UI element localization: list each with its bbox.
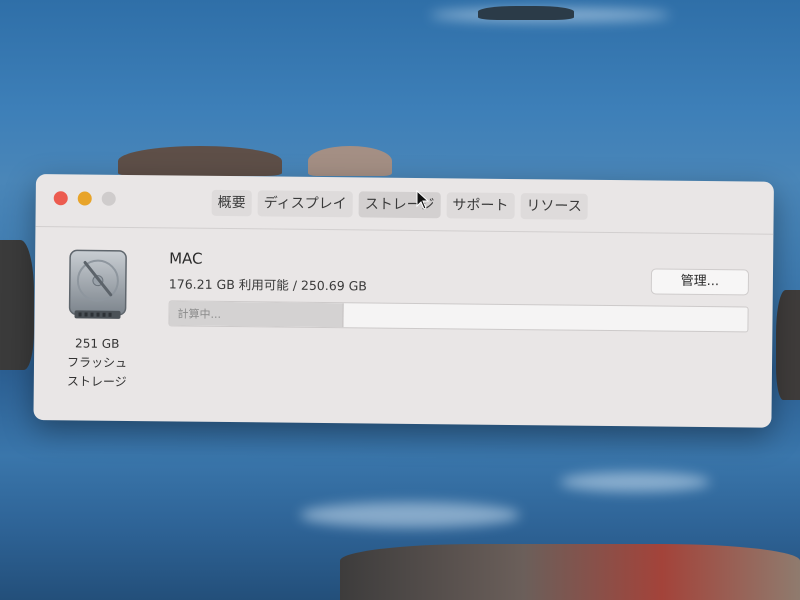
background-rock	[118, 146, 282, 176]
background-wave	[300, 502, 520, 528]
zoom-window-button[interactable]	[101, 191, 116, 206]
drive-type-label: フラッシュ	[66, 355, 128, 370]
background-rock	[478, 6, 574, 20]
manage-button[interactable]: 管理...	[650, 268, 750, 296]
tab-resources[interactable]: リソース	[520, 193, 588, 220]
drive-size-label: 251 GB	[75, 336, 120, 351]
drive-description: 251 GB フラッシュ ストレージ	[54, 334, 141, 392]
disk-name: MAC	[169, 249, 203, 268]
calculating-status: 計算中...	[177, 307, 222, 321]
capacity-text: 176.21 GB 利用可能 / 250.69 GB	[168, 276, 368, 294]
close-window-button[interactable]	[53, 191, 68, 206]
about-this-mac-window: 概要 ディスプレイ ストレージ サポート リソース 251 GB フラッシュ ス…	[33, 174, 774, 428]
hard-drive-icon	[66, 248, 129, 323]
storage-usage-bar: 計算中...	[168, 300, 749, 333]
background-rock	[776, 290, 800, 400]
drive-type-label-2: ストレージ	[66, 374, 127, 389]
tab-displays[interactable]: ディスプレイ	[257, 190, 353, 218]
minimize-window-button[interactable]	[77, 191, 92, 206]
tab-support[interactable]: サポート	[446, 192, 515, 220]
mouse-pointer-icon	[416, 189, 430, 214]
background-wave	[560, 472, 710, 492]
background-rock	[0, 240, 34, 370]
background-rock	[340, 544, 800, 600]
title-bar: 概要 ディスプレイ ストレージ サポート リソース	[35, 174, 774, 235]
tab-overview[interactable]: 概要	[211, 189, 252, 217]
tab-bar: 概要 ディスプレイ ストレージ サポート リソース	[211, 189, 588, 220]
background-rock	[308, 146, 392, 176]
